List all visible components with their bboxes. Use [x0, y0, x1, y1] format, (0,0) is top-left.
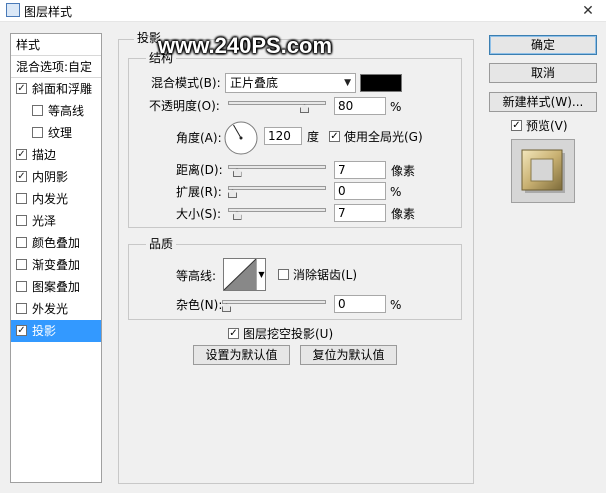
- noise-slider[interactable]: [222, 300, 326, 304]
- style-list-label: 等高线: [48, 104, 85, 118]
- cancel-button[interactable]: 取消: [489, 63, 597, 83]
- blend-mode-select[interactable]: 正片叠底 ▼: [225, 73, 356, 93]
- window-title: 图层样式: [24, 5, 73, 19]
- size-label: 大小(S):: [176, 207, 222, 221]
- style-checkbox[interactable]: [32, 105, 43, 116]
- style-checkbox[interactable]: ✓: [16, 149, 27, 160]
- chevron-down-icon: ▼: [344, 78, 351, 88]
- spread-unit: %: [390, 185, 402, 199]
- opacity-slider[interactable]: [228, 101, 326, 105]
- gold-frame-preview-icon: [521, 149, 565, 193]
- distance-input[interactable]: 7: [334, 161, 386, 179]
- style-checkbox[interactable]: ✓: [16, 325, 27, 336]
- contour-preview-icon: [224, 259, 256, 290]
- angle-unit: 度: [307, 130, 320, 144]
- style-list-item[interactable]: 纹理: [11, 122, 101, 144]
- style-list-item[interactable]: ✓ 描边: [11, 144, 101, 166]
- style-list-item[interactable]: ✓ 斜面和浮雕: [11, 78, 101, 100]
- make-default-button[interactable]: 设置为默认值: [193, 345, 290, 365]
- style-checkbox[interactable]: [16, 303, 27, 314]
- contour-label: 等高线:: [176, 269, 217, 283]
- style-checkbox[interactable]: [16, 281, 27, 292]
- new-style-button[interactable]: 新建样式(W)...: [489, 92, 597, 112]
- style-checkbox[interactable]: [32, 127, 43, 138]
- spread-input[interactable]: 0: [334, 182, 386, 200]
- style-list-label: 渐变叠加: [32, 258, 81, 272]
- distance-slider[interactable]: [228, 165, 326, 169]
- size-input[interactable]: 7: [334, 204, 386, 222]
- style-list-label: 光泽: [32, 214, 57, 228]
- style-list-label: 内阴影: [32, 170, 69, 184]
- reset-default-button[interactable]: 复位为默认值: [300, 345, 397, 365]
- opacity-input[interactable]: 80: [334, 97, 386, 115]
- styles-header[interactable]: 样式: [11, 34, 101, 56]
- spread-slider[interactable]: [228, 186, 326, 190]
- noise-unit: %: [390, 298, 402, 312]
- style-list-item[interactable]: 颜色叠加: [11, 232, 101, 254]
- chevron-down-icon[interactable]: ▼: [256, 259, 266, 290]
- size-slider[interactable]: [228, 208, 326, 212]
- distance-label: 距离(D):: [176, 163, 223, 177]
- distance-unit: 像素: [391, 164, 416, 178]
- style-checkbox[interactable]: ✓: [16, 83, 27, 94]
- contour-picker[interactable]: ▼: [223, 258, 266, 291]
- quality-title: 品质: [146, 237, 177, 251]
- style-preview-thumbnail: [511, 139, 575, 203]
- spread-label: 扩展(R):: [176, 185, 222, 199]
- style-list-label: 颜色叠加: [32, 236, 81, 250]
- style-list-item[interactable]: 等高线: [11, 100, 101, 122]
- style-list-item[interactable]: 渐变叠加: [11, 254, 101, 276]
- style-list-label: 内发光: [32, 192, 69, 206]
- angle-label: 角度(A):: [176, 131, 222, 145]
- style-list-label: 纹理: [48, 126, 73, 140]
- global-light-checkbox[interactable]: ✓: [329, 131, 340, 142]
- angle-input[interactable]: 120: [264, 127, 302, 145]
- knockout-checkbox[interactable]: ✓: [228, 328, 239, 339]
- style-list-item[interactable]: 内发光: [11, 188, 101, 210]
- anti-alias-checkbox[interactable]: [278, 269, 289, 280]
- opacity-unit: %: [390, 100, 402, 114]
- style-list-item[interactable]: ✓ 内阴影: [11, 166, 101, 188]
- title-bar: 图层样式 ✕: [0, 0, 606, 22]
- style-checkbox[interactable]: [16, 237, 27, 248]
- noise-input[interactable]: 0: [334, 295, 386, 313]
- style-list-label: 斜面和浮雕: [32, 82, 93, 96]
- style-list-item[interactable]: ✓ 投影: [11, 320, 101, 342]
- anti-alias-label: 消除锯齿(L): [293, 268, 358, 282]
- style-list-label: 描边: [32, 148, 57, 162]
- knockout-label: 图层挖空投影(U): [243, 327, 334, 341]
- watermark-text: www.240PS.com: [158, 33, 333, 58]
- preview-checkbox[interactable]: ✓: [511, 120, 522, 131]
- style-checkbox[interactable]: [16, 193, 27, 204]
- style-list-item[interactable]: 图案叠加: [11, 276, 101, 298]
- style-list-label: 外发光: [32, 302, 69, 316]
- style-checkbox[interactable]: ✓: [16, 171, 27, 182]
- opacity-label: 不透明度(O):: [149, 99, 220, 113]
- style-list-label: 图案叠加: [32, 280, 81, 294]
- ok-button[interactable]: 确定: [489, 35, 597, 55]
- blend-options-item[interactable]: 混合选项:自定: [11, 56, 101, 78]
- style-checkbox[interactable]: [16, 259, 27, 270]
- preview-label: 预览(V): [526, 119, 568, 133]
- size-unit: 像素: [391, 207, 416, 221]
- style-list-item[interactable]: 外发光: [11, 298, 101, 320]
- app-icon: [6, 3, 20, 17]
- style-list-item[interactable]: 光泽: [11, 210, 101, 232]
- global-light-label: 使用全局光(G): [344, 130, 423, 144]
- style-checkbox[interactable]: [16, 215, 27, 226]
- style-list-label: 投影: [32, 324, 57, 338]
- shadow-color-swatch[interactable]: [360, 74, 402, 92]
- angle-dial[interactable]: [223, 120, 259, 156]
- blend-mode-value: 正片叠底: [230, 76, 279, 90]
- style-list-panel: 样式 混合选项:自定 ✓ 斜面和浮雕等高线纹理 ✓ 描边 ✓ 内阴影内发光光泽颜色叠加渐变…: [10, 33, 102, 483]
- close-icon[interactable]: ✕: [574, 0, 602, 22]
- blend-mode-label: 混合模式(B):: [151, 76, 221, 90]
- noise-label: 杂色(N):: [176, 298, 223, 312]
